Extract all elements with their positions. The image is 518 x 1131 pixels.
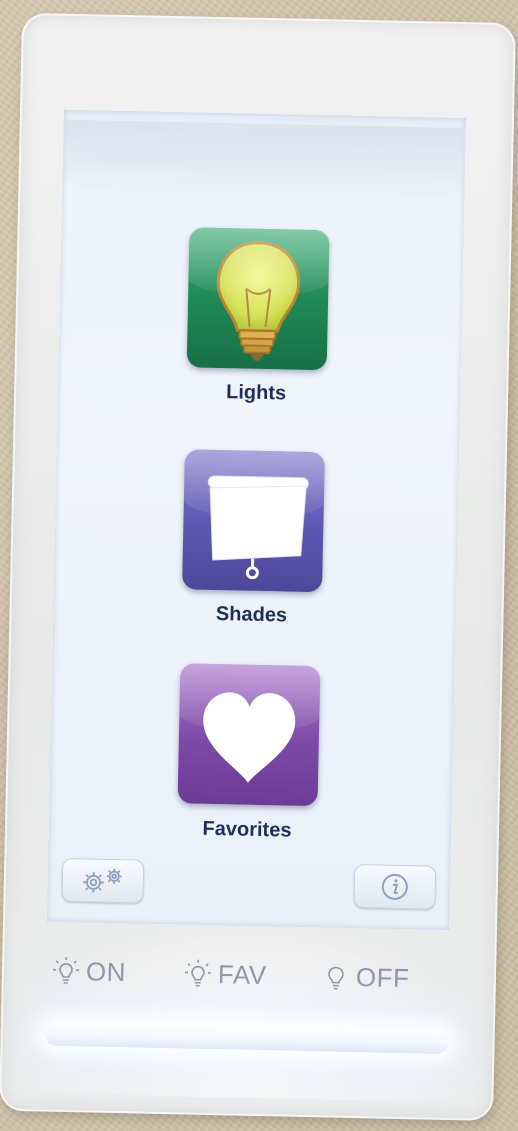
- off-button[interactable]: OFF: [321, 951, 410, 1003]
- control-panel-device: Lights Shades Favorites ON FAV OFF: [0, 12, 516, 1121]
- led-glow: [9, 912, 488, 1103]
- on-button[interactable]: ON: [51, 946, 126, 998]
- info-icon: [381, 873, 408, 900]
- bulb-outline-icon: [328, 966, 344, 990]
- favorites-label: Favorites: [202, 817, 292, 842]
- heart-icon: [203, 692, 296, 783]
- settings-button[interactable]: [61, 857, 145, 904]
- bulb-glow-icon: [53, 956, 80, 984]
- led-light-bar: [44, 1021, 449, 1054]
- gears-icon: [83, 868, 122, 893]
- hardware-button-row: ON FAV OFF: [1, 945, 496, 1005]
- lights-label: Lights: [225, 381, 287, 405]
- shades-label: Shades: [215, 603, 288, 627]
- window-shade-icon: [207, 475, 309, 580]
- lightbulb-icon: [216, 241, 301, 361]
- lights-button[interactable]: [186, 227, 330, 371]
- off-button-label: OFF: [355, 961, 410, 993]
- fav-button-label: FAV: [217, 958, 267, 990]
- bulb-glow-icon: [184, 959, 212, 987]
- info-button[interactable]: [353, 863, 437, 910]
- on-button-label: ON: [85, 955, 127, 987]
- favorites-button[interactable]: [177, 663, 321, 807]
- fav-button[interactable]: FAV: [183, 948, 267, 1000]
- shades-button[interactable]: [182, 449, 325, 593]
- touch-screen: Lights Shades Favorites: [47, 109, 466, 930]
